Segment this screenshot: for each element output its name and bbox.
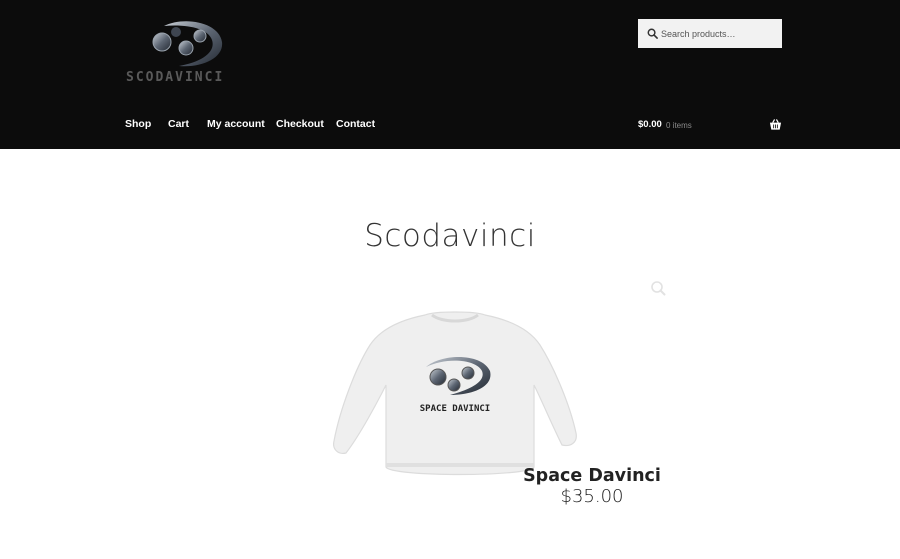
nav-shop[interactable]: Shop <box>125 118 151 130</box>
nav-my-account[interactable]: My account <box>207 118 265 130</box>
cart-total[interactable]: $0.00 <box>638 119 662 130</box>
nav-contact[interactable]: Contact <box>336 118 375 130</box>
site-logo[interactable]: SCODAVINCI <box>124 18 242 90</box>
search-input[interactable] <box>661 28 773 39</box>
product-price: $35.00 <box>560 486 624 507</box>
nav-cart[interactable]: Cart <box>168 118 189 130</box>
product-search[interactable] <box>638 19 782 48</box>
zoom-icon[interactable] <box>650 280 666 296</box>
logo-wordmark: SCODAVINCI <box>126 70 225 85</box>
sweatshirt-image: SPACE DAVINCI <box>333 311 577 476</box>
search-icon <box>647 28 658 39</box>
product-name[interactable]: Space Davinci <box>510 466 674 486</box>
nav-checkout[interactable]: Checkout <box>276 118 324 130</box>
sweatshirt-print-text: SPACE DAVINCI <box>420 404 490 414</box>
basket-icon[interactable] <box>769 118 782 131</box>
product-image[interactable]: SPACE DAVINCI <box>330 305 580 490</box>
page-title: Scodavinci <box>364 218 536 254</box>
cart-item-count[interactable]: 0 items <box>666 121 692 130</box>
site-header: SCODAVINCI Shop Cart My account Checkout… <box>0 0 900 149</box>
